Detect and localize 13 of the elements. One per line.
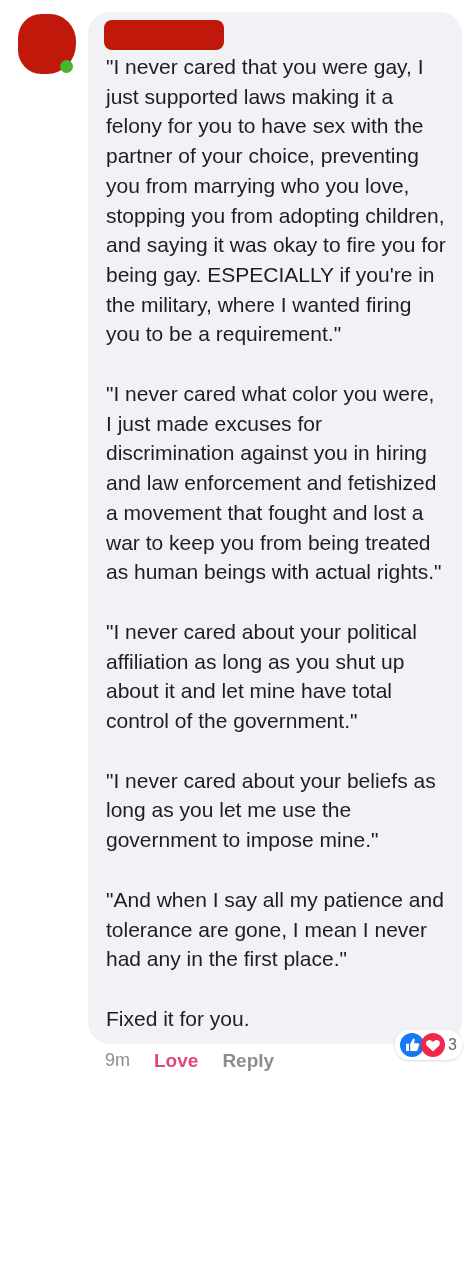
comment-text: "I never cared about your political affiliation as long as you shut up about it and let mine have total control of the government." xyxy=(106,618,418,735)
comment-text: "I never cared about your beliefs as long as you let me use the government to impose mine." xyxy=(106,767,437,854)
reaction-count: 3 xyxy=(448,1035,457,1054)
redaction-mark xyxy=(18,14,76,74)
comment-text: "And when I say all my patience and tolerance are gone, I mean I never had any in the first place." xyxy=(106,886,445,973)
reaction-summary[interactable]: 3 xyxy=(395,1029,462,1060)
comment-action-link[interactable]: Reply xyxy=(222,1049,275,1072)
thumbs-up-icon xyxy=(400,1032,425,1057)
comment-text: Fixed it for you. xyxy=(106,1006,251,1032)
timestamp: 9m xyxy=(105,1050,130,1072)
comment-action-link[interactable]: Love xyxy=(154,1049,199,1072)
comment-text: "I never cared what color you were, I just made excuses for discrimination against you in hiring and law enforcement and fetishized a movement that fought and lost a war to keep you from being treated as human beings with actual rights." xyxy=(106,381,443,586)
comment-text: "I never cared that you were gay, I just supported laws making it a felony for you to have sex with the partner of your choice, preventing you from marrying who you love, stopping you from adopting children, and saying it was okay to fire you for being gay. ESPECIALLY if you're in the military, where I wanted firing you to be a requirement." xyxy=(106,54,446,348)
